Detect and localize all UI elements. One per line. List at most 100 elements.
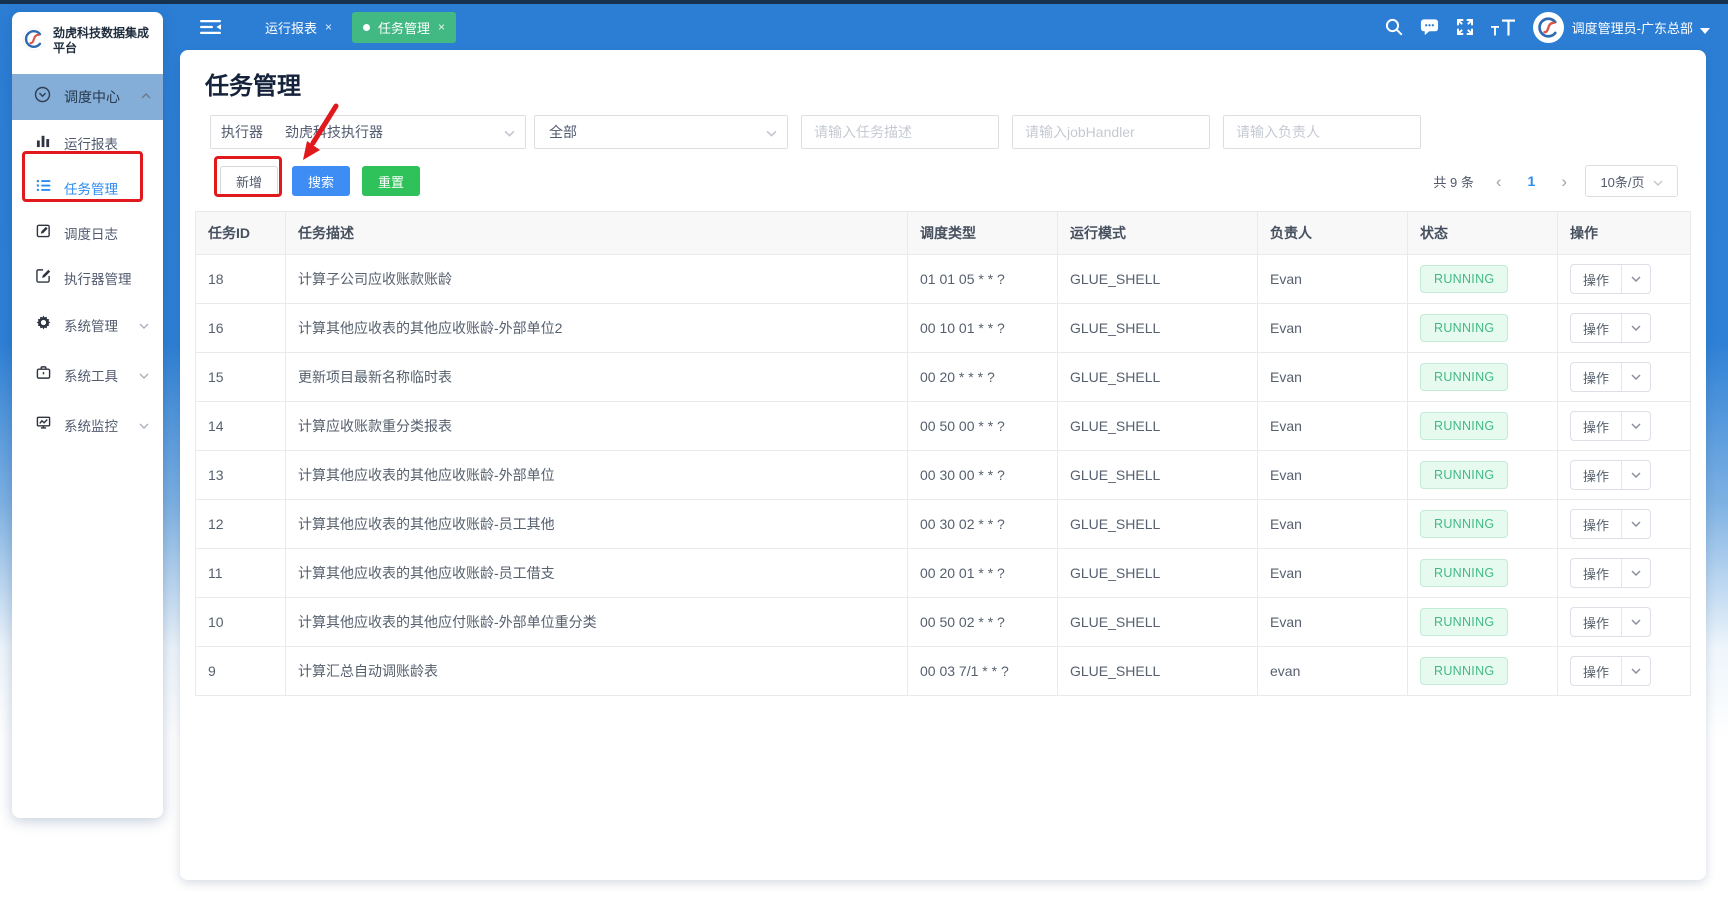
operation-button[interactable]: 操作 xyxy=(1570,264,1651,294)
chevron-down-icon[interactable] xyxy=(1621,608,1650,636)
col-header-status: 状态 xyxy=(1408,211,1558,255)
cell-operation: 操作 xyxy=(1558,402,1691,451)
operation-button[interactable]: 操作 xyxy=(1570,460,1651,490)
chevron-down-icon[interactable] xyxy=(1621,559,1650,587)
cell-job-id: 15 xyxy=(196,353,286,402)
search-button[interactable]: 搜索 xyxy=(292,166,350,196)
edit-manage-icon xyxy=(36,268,51,288)
cell-run-mode: GLUE_SHELL xyxy=(1058,353,1258,402)
cell-owner: Evan xyxy=(1258,304,1408,353)
sidebar-item-system-tools[interactable]: 系统工具 xyxy=(12,350,163,400)
table-row: 12 计算其他应收表的其他应收账龄-员工其他 00 30 02 * * ? GL… xyxy=(196,500,1691,549)
executor-label: 执行器 xyxy=(221,122,263,142)
message-icon[interactable] xyxy=(1420,18,1439,36)
tab-run-report[interactable]: 运行报表 × xyxy=(265,18,332,37)
table-row: 10 计算其他应收表的其他应付账龄-外部单位重分类 00 50 02 * * ?… xyxy=(196,598,1691,647)
cell-status: RUNNING xyxy=(1408,451,1558,500)
cell-cron: 01 01 05 * * ? xyxy=(908,255,1058,304)
tab-job-manage[interactable]: 任务管理 × xyxy=(352,12,456,43)
pagination-prev[interactable]: ‹ xyxy=(1496,173,1502,190)
cell-operation: 操作 xyxy=(1558,353,1691,402)
cell-job-desc: 计算其他应收表的其他应收账龄-外部单位 xyxy=(286,451,908,500)
cell-job-desc: 计算其他应收表的其他应付账龄-外部单位重分类 xyxy=(286,598,908,647)
chevron-down-icon xyxy=(139,366,149,384)
cell-job-id: 13 xyxy=(196,451,286,500)
sidebar-item-executor-manage[interactable]: 执行器管理 xyxy=(12,255,163,300)
chevron-down-icon[interactable] xyxy=(1621,314,1650,342)
menu-collapse-icon[interactable] xyxy=(200,19,221,35)
font-size-icon[interactable] xyxy=(1491,19,1517,36)
table-row: 16 计算其他应收表的其他应收账龄-外部单位2 00 10 01 * * ? G… xyxy=(196,304,1691,353)
add-button[interactable]: 新增 xyxy=(220,166,278,196)
chevron-down-icon xyxy=(766,124,777,140)
table-body: 18 计算子公司应收账款账龄 01 01 05 * * ? GLUE_SHELL… xyxy=(196,255,1691,696)
status-badge: RUNNING xyxy=(1420,608,1508,636)
user-name[interactable]: 调度管理员-广东总部 xyxy=(1572,18,1693,37)
operation-button[interactable]: 操作 xyxy=(1570,313,1651,343)
app-logo-icon xyxy=(22,27,46,56)
status-badge: RUNNING xyxy=(1420,461,1508,489)
page-size-select[interactable]: 10条/页 xyxy=(1585,165,1678,197)
cell-run-mode: GLUE_SHELL xyxy=(1058,451,1258,500)
operation-button[interactable]: 操作 xyxy=(1570,656,1651,686)
operation-button[interactable]: 操作 xyxy=(1570,607,1651,637)
table-row: 15 更新项目最新名称临时表 00 20 * * * ? GLUE_SHELL … xyxy=(196,353,1691,402)
status-filter-value: 全部 xyxy=(549,122,766,142)
app-title: 劲虎科技数据集成平台 xyxy=(53,26,155,56)
cell-owner: Evan xyxy=(1258,451,1408,500)
chevron-up-icon xyxy=(141,88,151,106)
fullscreen-icon[interactable] xyxy=(1456,18,1474,36)
operation-button[interactable]: 操作 xyxy=(1570,558,1651,588)
chevron-down-icon xyxy=(139,316,149,334)
avatar[interactable] xyxy=(1533,12,1564,43)
chevron-down-icon xyxy=(1653,174,1663,189)
owner-input[interactable] xyxy=(1224,116,1420,148)
close-icon[interactable]: × xyxy=(325,20,332,34)
chevron-down-icon[interactable] xyxy=(1621,265,1650,293)
page-title: 任务管理 xyxy=(205,66,1706,101)
chevron-down-icon[interactable] xyxy=(1621,363,1650,391)
job-table: 任务ID 任务描述 调度类型 运行模式 负责人 状态 操作 18 计算子公司应收… xyxy=(195,211,1691,696)
sidebar-item-system-manage[interactable]: 系统管理 xyxy=(12,300,163,350)
table-row: 13 计算其他应收表的其他应收账龄-外部单位 00 30 00 * * ? GL… xyxy=(196,451,1691,500)
reset-button[interactable]: 重置 xyxy=(362,166,420,196)
status-badge: RUNNING xyxy=(1420,657,1508,685)
cell-job-desc: 计算子公司应收账款账龄 xyxy=(286,255,908,304)
status-badge: RUNNING xyxy=(1420,510,1508,538)
close-icon[interactable]: × xyxy=(438,20,445,34)
cell-job-id: 18 xyxy=(196,255,286,304)
operation-button[interactable]: 操作 xyxy=(1570,509,1651,539)
job-desc-input[interactable] xyxy=(802,116,998,148)
search-icon[interactable] xyxy=(1385,18,1403,36)
cell-operation: 操作 xyxy=(1558,598,1691,647)
operation-button[interactable]: 操作 xyxy=(1570,362,1651,392)
cell-owner: Evan xyxy=(1258,353,1408,402)
executor-select[interactable]: 执行器 劲虎科技执行器 xyxy=(210,115,526,149)
status-badge: RUNNING xyxy=(1420,412,1508,440)
cell-operation: 操作 xyxy=(1558,304,1691,353)
sidebar-menu: 运行报表 任务管理 调度日志 xyxy=(12,120,163,450)
main-content: 任务管理 执行器 劲虎科技执行器 全部 新增 搜索 重置 共 9 条 xyxy=(180,50,1706,880)
sidebar-item-system-monitor[interactable]: 系统监控 xyxy=(12,400,163,450)
table-row: 14 计算应收账款重分类报表 00 50 00 * * ? GLUE_SHELL… xyxy=(196,402,1691,451)
sidebar-item-run-report[interactable]: 运行报表 xyxy=(12,120,163,165)
status-badge: RUNNING xyxy=(1420,314,1508,342)
chevron-down-icon[interactable] xyxy=(1621,510,1650,538)
chevron-down-icon[interactable] xyxy=(1621,461,1650,489)
chevron-down-icon[interactable] xyxy=(1621,412,1650,440)
job-handler-input[interactable] xyxy=(1013,116,1209,148)
sidebar-item-dispatch-log[interactable]: 调度日志 xyxy=(12,210,163,255)
user-dropdown-caret-icon[interactable] xyxy=(1700,28,1710,34)
pagination-page-1[interactable]: 1 xyxy=(1528,173,1536,189)
operation-button[interactable]: 操作 xyxy=(1570,411,1651,441)
job-handler-field-wrap xyxy=(1012,115,1210,149)
pagination-next[interactable]: › xyxy=(1561,173,1567,190)
cell-cron: 00 20 01 * * ? xyxy=(908,549,1058,598)
executor-value: 劲虎科技执行器 xyxy=(285,122,504,142)
circle-chevron-icon xyxy=(34,86,51,108)
status-filter-select[interactable]: 全部 xyxy=(534,115,788,149)
sidebar-item-job-manage[interactable]: 任务管理 xyxy=(12,165,163,210)
status-badge: RUNNING xyxy=(1420,265,1508,293)
chevron-down-icon[interactable] xyxy=(1621,657,1650,685)
sidebar-group-dispatch-center[interactable]: 调度中心 xyxy=(12,74,163,120)
